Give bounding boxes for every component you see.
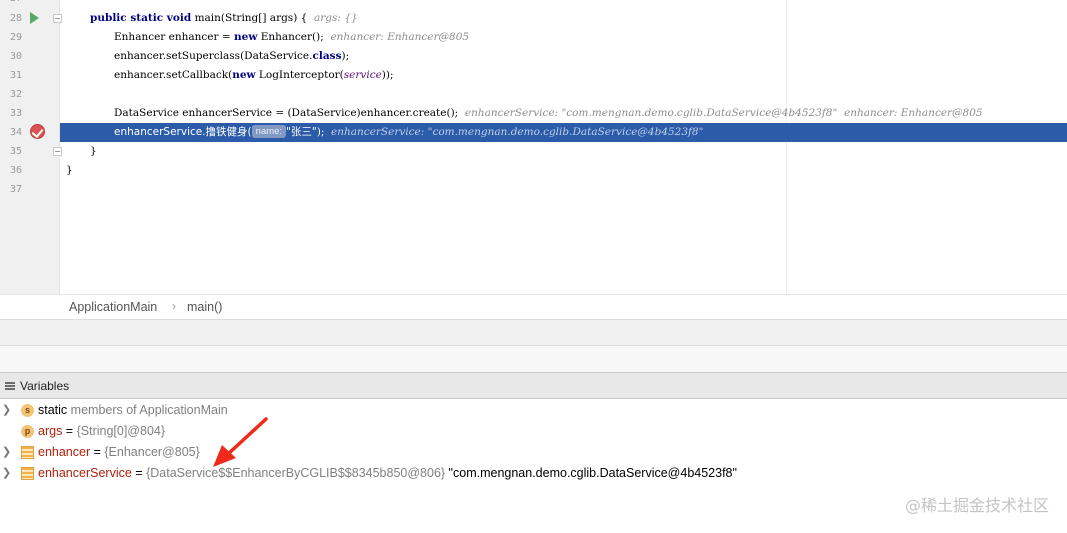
code-text: ); [341, 50, 350, 62]
variable-value: {DataService$$EnhancerByCGLIB$$8345b850@… [146, 466, 446, 480]
code-text: enhancer.setCallback( [114, 69, 233, 81]
line-number: 31 [9, 70, 22, 81]
code-text: } [66, 164, 73, 176]
expand-arrow-icon[interactable]: ❯ [2, 442, 11, 463]
code-text: enhancerService.撸铁健身( [114, 126, 252, 138]
variable-row[interactable]: p args = {String[0]@804} [0, 421, 1067, 442]
breadcrumb-separator: › [172, 299, 176, 313]
code-text: )); [381, 69, 394, 81]
inline-debug-hint: enhancer: Enhancer@805 [330, 31, 470, 43]
keyword: new [234, 31, 258, 43]
expand-arrow-icon[interactable]: ❯ [2, 400, 11, 421]
variable-equals: = [62, 424, 77, 438]
watermark: @稀土掘金技术社区 [904, 496, 1049, 515]
inline-debug-hint: enhancerService: "com.mengnan.demo.cglib… [331, 126, 704, 138]
breadcrumb: ApplicationMain › main() [0, 294, 1067, 319]
code-text: main(String[] args) { [191, 12, 314, 24]
editor-gutter: 27 28 29 30 31 32 33 34 35 36 37 [0, 0, 62, 294]
field-icon [21, 446, 34, 459]
expand-arrow-icon[interactable]: ❯ [2, 463, 11, 484]
code-line-31: enhancer.setCallback(new LogInterceptor(… [60, 66, 1067, 85]
variable-value: {String[0]@804} [76, 424, 166, 438]
line-number: 36 [9, 165, 22, 176]
line-number: 30 [9, 51, 22, 62]
line-number: 29 [9, 32, 22, 43]
parameter-name-hint: name: [251, 125, 287, 138]
keyword: public static void [90, 12, 192, 24]
line-number: 35 [9, 146, 22, 157]
variable-string-value: "com.mengnan.demo.cglib.DataService@4b45… [445, 466, 737, 480]
code-text: ); [316, 126, 332, 138]
variables-panel-header: Variables [0, 372, 1067, 399]
variable-row[interactable]: ❯ enhancerService = {DataService$$Enhanc… [0, 463, 1067, 484]
code-text: } [90, 145, 97, 157]
variable-description: members of ApplicationMain [67, 403, 228, 417]
variable-row[interactable]: ❯ enhancer = {Enhancer@805} [0, 442, 1067, 463]
code-text: LogInterceptor( [255, 69, 344, 81]
variable-name: enhancer [38, 445, 91, 459]
debugger-frames-area [0, 345, 1067, 372]
code-line-33: DataService enhancerService = (DataServi… [60, 104, 1067, 123]
code-editor[interactable]: 27 28 29 30 31 32 33 34 35 36 37 public … [0, 0, 1067, 294]
code-line-30: enhancer.setSuperclass(DataService.class… [60, 47, 1067, 66]
variable-value: {Enhancer@805} [104, 445, 200, 459]
keyword: new [232, 69, 256, 81]
variable-row[interactable]: ❯ s static members of ApplicationMain [0, 400, 1067, 421]
field-reference: service [343, 69, 382, 81]
inline-debug-hint: args: {} [314, 12, 358, 24]
code-line-35: } [60, 142, 1067, 161]
code-text: enhancer.setSuperclass(DataService. [114, 50, 313, 62]
line-number: 33 [9, 108, 22, 119]
inline-debug-hint: enhancerService: "com.mengnan.demo.cglib… [464, 107, 983, 119]
line-number: 37 [9, 184, 22, 195]
variable-name: enhancerService [38, 466, 132, 480]
line-number: 34 [9, 127, 22, 138]
string-literal: "张三" [286, 126, 317, 138]
code-text: DataService enhancerService = (DataServi… [114, 107, 465, 119]
debugger-toolbar-area [0, 319, 1067, 345]
static-icon: s [21, 404, 34, 417]
variable-name: static [38, 403, 68, 417]
variable-name: args [38, 424, 63, 438]
line-number: 32 [9, 89, 22, 100]
variable-equals: = [131, 466, 147, 480]
variable-equals: = [90, 445, 105, 459]
code-text: Enhancer enhancer = [114, 31, 235, 43]
run-gutter-icon[interactable] [30, 12, 39, 24]
variables-panel-icon [5, 382, 15, 390]
field-icon [21, 467, 34, 480]
breakpoint-icon[interactable] [30, 124, 45, 139]
code-line-28: public static void main(String[] args) {… [60, 9, 1067, 28]
code-text: Enhancer(); [257, 31, 331, 43]
line-number: 27 [0, 0, 22, 8]
code-line-29: Enhancer enhancer = new Enhancer(); enha… [60, 28, 1067, 47]
current-execution-line: enhancerService.撸铁健身(name: "张三"); enhance… [60, 123, 1067, 142]
variables-panel-title: Variables [20, 379, 70, 393]
keyword: class [312, 50, 342, 62]
breadcrumb-class[interactable]: ApplicationMain [69, 300, 157, 314]
parameter-icon: p [21, 425, 34, 438]
breadcrumb-method[interactable]: main() [187, 300, 222, 314]
code-line-36: } [60, 161, 1067, 180]
line-number: 28 [9, 13, 22, 24]
